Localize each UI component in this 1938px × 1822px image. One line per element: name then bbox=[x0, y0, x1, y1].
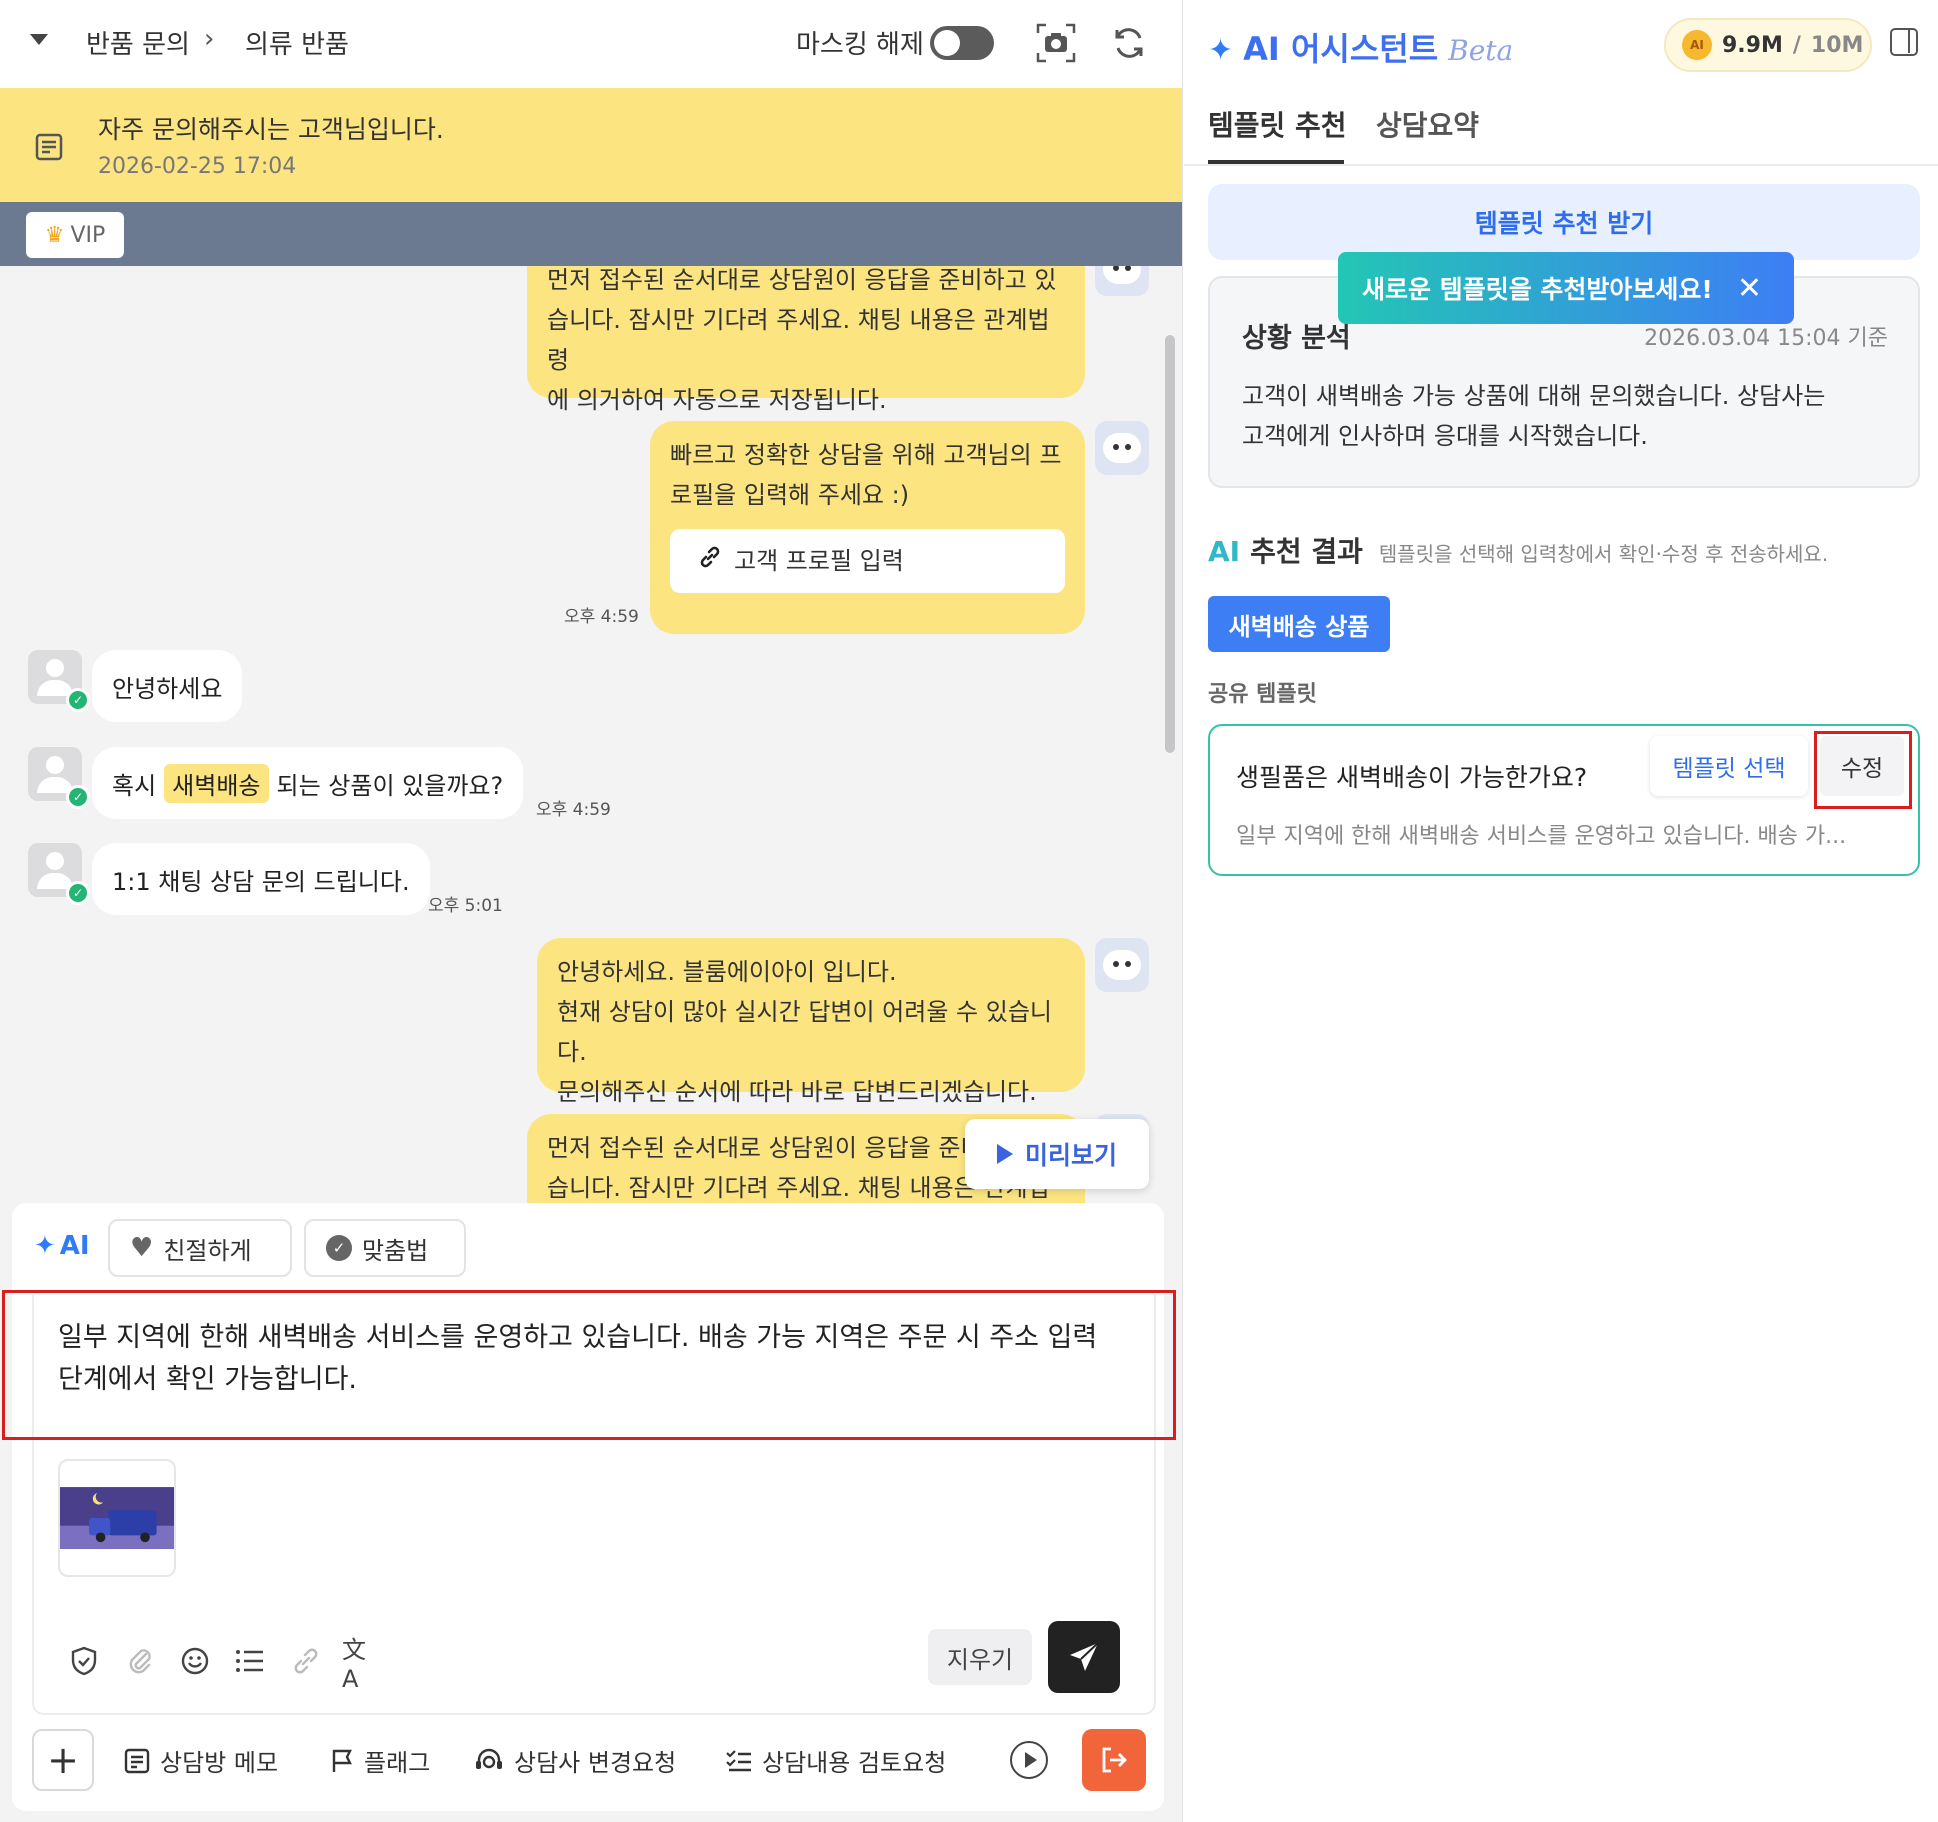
analysis-text: 고객이 새벽배송 가능 상품에 대해 문의했습니다. 상담사는 고객에게 인사하… bbox=[1242, 382, 1826, 450]
get-template-button[interactable]: 템플릿 추천 받기 bbox=[1208, 184, 1920, 260]
checklist-icon bbox=[726, 1749, 751, 1771]
room-memo-button[interactable]: 상담방 메모 bbox=[124, 1743, 278, 1778]
ai-coin-icon: AI bbox=[1682, 30, 1712, 60]
token-usage-badge: AI 9.9M/10M bbox=[1664, 18, 1872, 72]
delivery-truck-image bbox=[60, 1487, 174, 1549]
masking-toggle[interactable] bbox=[930, 26, 994, 60]
result-header: AI 추천 결과 템플릿을 선택해 입력창에서 확인·수정 후 전송하세요. bbox=[1208, 535, 1829, 568]
agent-message: 안녕하세요. 블룸에이아이 입니다. 현재 상담이 많아 실시간 답변이 어려울… bbox=[537, 938, 1085, 1106]
shared-template-label: 공유 템플릿 bbox=[1208, 682, 1317, 707]
memo-icon bbox=[124, 1748, 150, 1773]
keyword-tag-button[interactable]: 새벽배송 상품 bbox=[1208, 596, 1390, 652]
vip-label: VIP bbox=[70, 222, 106, 248]
crown-icon: ♛ bbox=[44, 222, 65, 248]
flag-button[interactable]: 플래그 bbox=[330, 1743, 430, 1778]
play-icon bbox=[996, 1144, 1013, 1164]
paperclip-icon[interactable] bbox=[120, 1641, 160, 1681]
keyword-highlight: 새벽배송 bbox=[164, 763, 269, 803]
panel-toggle-icon[interactable] bbox=[1890, 28, 1918, 56]
notice-text: 자주 문의해주시는 고객님입니다. bbox=[98, 115, 444, 144]
sparkle-icon: ✦ bbox=[1208, 33, 1234, 68]
customer-avatar: ✓ bbox=[28, 747, 90, 809]
message-time: 오후 5:01 bbox=[428, 896, 503, 916]
sparkle-icon: ✦ bbox=[34, 1231, 56, 1261]
beta-label: Beta bbox=[1448, 34, 1514, 67]
template-question: 생필품은 새벽배송이 가능한가요? bbox=[1236, 763, 1588, 792]
customer-avatar: ✓ bbox=[28, 650, 90, 712]
assistant-title: ✦ AI 어시스턴트 Beta bbox=[1208, 30, 1514, 68]
bot-avatar bbox=[1095, 938, 1149, 992]
check-icon: ✓ bbox=[66, 688, 90, 712]
flag-icon bbox=[332, 1749, 352, 1772]
template-tooltip: 새로운 템플릿을 추천받아보세요! ✕ bbox=[1338, 252, 1794, 324]
analysis-time: 2026.03.04 15:04 기준 bbox=[1644, 326, 1888, 351]
template-select-button[interactable]: 템플릿 선택 bbox=[1650, 736, 1808, 796]
link-icon bbox=[698, 541, 722, 581]
masking-label: 마스킹 해제 bbox=[796, 30, 924, 60]
emoji-icon[interactable] bbox=[175, 1641, 215, 1681]
result-hint: 템플릿을 선택해 입력창에서 확인·수정 후 전송하세요. bbox=[1378, 542, 1829, 566]
play-circle-icon[interactable] bbox=[1010, 1741, 1048, 1779]
tab-consultation-summary[interactable]: 상담요약 bbox=[1376, 104, 1479, 144]
customer-message: 1:1 채팅 상담 문의 드립니다. bbox=[92, 843, 430, 915]
send-icon bbox=[1070, 1642, 1099, 1671]
caret-down-icon[interactable] bbox=[30, 34, 48, 45]
vip-badge: ♛ VIP bbox=[26, 212, 124, 258]
review-request-button[interactable]: 상담내용 검토요청 bbox=[726, 1743, 946, 1778]
customer-profile-button[interactable]: 고객 프로필 입력 bbox=[670, 529, 1065, 593]
chat-scrollbar[interactable] bbox=[1165, 335, 1175, 753]
headset-icon bbox=[476, 1748, 502, 1769]
attachment-thumbnail[interactable] bbox=[58, 1459, 176, 1577]
chat-panel: 반품 문의 › 의류 반품 마스킹 해제 자주 문의해주시는 고객님입니다. 2… bbox=[0, 0, 1183, 1822]
agent-message: 빠르고 정확한 상담을 위해 고객님의 프 로필을 입력해 주세요 :) 고객 … bbox=[650, 421, 1085, 634]
notice-banner: 자주 문의해주시는 고객님입니다. 2026-02-25 17:04 bbox=[0, 88, 1182, 202]
bot-avatar bbox=[1095, 266, 1149, 296]
template-preview-text: 일부 지역에 한해 새벽배송 서비스를 운영하고 있습니다. 배송 가... bbox=[1236, 824, 1847, 849]
customer-message: 안녕하세요 bbox=[92, 650, 243, 722]
change-agent-button[interactable]: 상담사 변경요청 bbox=[474, 1743, 676, 1778]
customer-avatar: ✓ bbox=[28, 843, 90, 905]
end-chat-button[interactable] bbox=[1082, 1729, 1146, 1791]
highlight-box-edit bbox=[1814, 731, 1912, 809]
breadcrumb-subcategory[interactable]: 의류 반품 bbox=[245, 24, 349, 61]
check-circle-icon: ✓ bbox=[326, 1235, 352, 1261]
tab-divider bbox=[1184, 164, 1938, 166]
message-list: 먼저 접수된 순서대로 상담원이 응답을 준비하고 있 습니다. 잠시만 기다려… bbox=[0, 266, 1182, 1203]
send-button[interactable] bbox=[1048, 1621, 1120, 1693]
ai-assistant-panel: ✦ AI 어시스턴트 Beta AI 9.9M/10M 템플릿 추천 상담요약 … bbox=[1184, 0, 1938, 1822]
clear-button[interactable]: 지우기 bbox=[928, 1629, 1032, 1685]
preview-button[interactable]: 미리보기 bbox=[965, 1119, 1149, 1189]
customer-message: 혹시 새벽배송 되는 상품이 있을까요? bbox=[92, 747, 524, 819]
agent-message: 먼저 접수된 순서대로 상담원이 응답을 준비하고 있 습니다. 잠시만 기다려… bbox=[527, 266, 1085, 414]
heart-icon: ♥ bbox=[130, 1233, 154, 1263]
link-icon[interactable] bbox=[286, 1641, 326, 1681]
message-time: 오후 4:59 bbox=[536, 800, 611, 820]
message-time: 오후 4:59 bbox=[564, 607, 639, 627]
close-icon[interactable]: ✕ bbox=[1737, 271, 1762, 306]
list-icon[interactable] bbox=[230, 1641, 270, 1681]
analysis-title: 상황 분석 bbox=[1242, 323, 1351, 354]
ai-label: ✦ AI bbox=[34, 1231, 90, 1261]
refresh-icon[interactable] bbox=[1106, 20, 1152, 66]
tab-template-recommend[interactable]: 템플릿 추천 bbox=[1208, 104, 1347, 144]
spellcheck-button[interactable]: ✓ 맞춤법 bbox=[304, 1219, 466, 1277]
highlight-box-input bbox=[2, 1290, 1176, 1440]
chat-header: 반품 문의 › 의류 반품 마스킹 해제 bbox=[0, 0, 1182, 88]
tone-kind-button[interactable]: ♥ 친절하게 bbox=[108, 1219, 292, 1277]
notice-date: 2026-02-25 17:04 bbox=[98, 154, 297, 179]
check-icon: ✓ bbox=[66, 881, 90, 905]
check-icon: ✓ bbox=[66, 785, 90, 809]
camera-icon[interactable] bbox=[1033, 20, 1079, 66]
shield-icon[interactable] bbox=[64, 1641, 104, 1681]
add-button[interactable]: + bbox=[32, 1729, 94, 1791]
bot-avatar bbox=[1095, 421, 1149, 475]
translate-icon[interactable]: 文A bbox=[342, 1636, 382, 1693]
customer-tag-bar: ♛ VIP bbox=[0, 202, 1182, 266]
exit-icon bbox=[1102, 1747, 1127, 1773]
breadcrumb-category[interactable]: 반품 문의 bbox=[86, 24, 190, 61]
memo-icon bbox=[34, 132, 64, 166]
chevron-right-icon: › bbox=[204, 24, 215, 54]
